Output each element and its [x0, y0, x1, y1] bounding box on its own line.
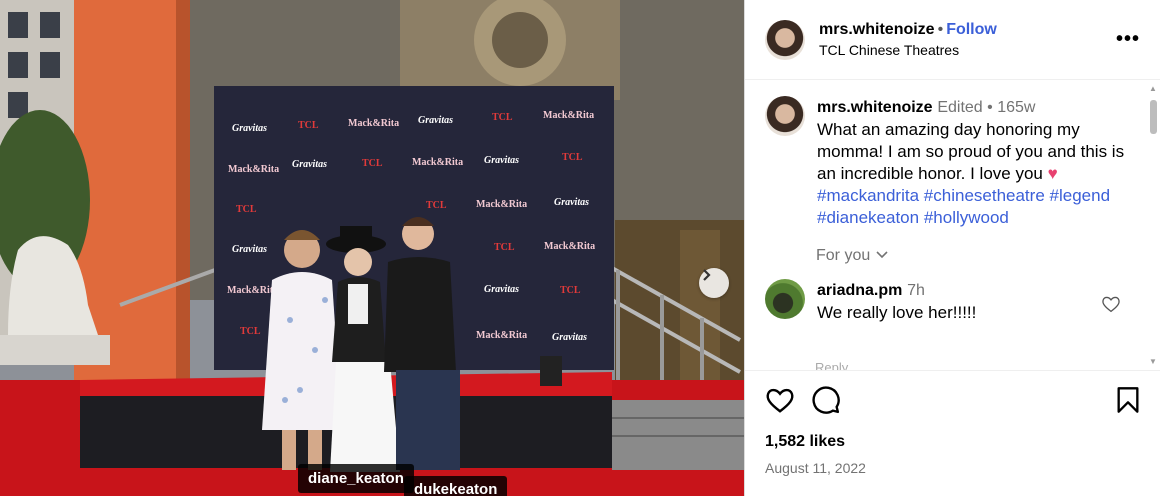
avatar[interactable]	[765, 279, 805, 319]
comment-bubble-icon	[812, 385, 840, 414]
hashtags: #mackandrita #chinesetheatre #legend #di…	[817, 185, 1137, 229]
for-you-dropdown[interactable]: For you	[816, 247, 1160, 265]
svg-text:Mack&Rita: Mack&Rita	[348, 118, 399, 129]
photo-illustration: Mack&Rita Mack&Rita Mack&Rita Mack&Rita Ma…	[0, 0, 744, 496]
chevron-down-icon	[876, 251, 888, 259]
edited-label: Edited	[937, 99, 983, 116]
like-button[interactable]	[765, 386, 795, 419]
svg-text:TCL: TCL	[426, 200, 447, 211]
comment: ariadna.pm 7h We really love her!!!!!	[745, 265, 1160, 324]
post-image: Mack&Rita Mack&Rita Mack&Rita Mack&Rita Ma…	[0, 0, 744, 496]
user-tag[interactable]: dukekeaton	[404, 476, 508, 496]
comment-button[interactable]	[811, 385, 841, 420]
chevron-right-icon	[703, 269, 711, 281]
svg-text:TCL: TCL	[494, 242, 515, 253]
svg-text:Mack&Rita: Mack&Rita	[412, 157, 463, 168]
separator-dot: •	[982, 99, 998, 116]
heart-icon	[766, 388, 794, 413]
svg-text:Mack&Rita: Mack&Rita	[476, 330, 527, 341]
svg-text:Mack&Rita: Mack&Rita	[227, 285, 278, 296]
post-header: mrs.whitenoize • Follow TCL Chinese Theatr…	[745, 0, 1160, 80]
comment-text: We really love her!!!!!	[817, 303, 977, 322]
post-panel: mrs.whitenoize • Follow TCL Chinese Theatr…	[744, 0, 1160, 496]
follow-button[interactable]: Follow	[946, 21, 997, 38]
svg-text:Gravitas: Gravitas	[292, 159, 327, 170]
svg-text:Gravitas: Gravitas	[484, 284, 519, 295]
svg-text:TCL: TCL	[298, 120, 319, 131]
hashtag-link[interactable]: #dianekeaton	[817, 208, 919, 227]
svg-text:TCL: TCL	[492, 112, 513, 123]
user-tag[interactable]: diane_keaton	[298, 464, 414, 493]
svg-text:TCL: TCL	[560, 285, 581, 296]
next-image-button[interactable]	[699, 268, 729, 298]
comment-age: 7h	[907, 282, 925, 299]
scrollbar-thumb[interactable]	[1150, 100, 1157, 134]
bookmark-icon	[1117, 386, 1139, 413]
heart-outline-icon	[1102, 296, 1120, 313]
avatar[interactable]	[765, 19, 805, 60]
scroll-down-arrow-icon[interactable]: ▼	[1149, 357, 1157, 366]
hashtag-link[interactable]: #chinesetheatre	[924, 186, 1045, 205]
svg-text:Gravitas: Gravitas	[484, 155, 519, 166]
reply-button[interactable]: Reply	[815, 360, 848, 370]
pink-heart-emoji-icon: ♥	[1047, 164, 1058, 183]
svg-text:Mack&Rita: Mack&Rita	[543, 110, 594, 121]
post-actions: 1,582 likes August 11, 2022	[745, 370, 1160, 476]
caption: mrs.whitenoize Edited • 165w What an ama…	[745, 80, 1160, 229]
svg-text:TCL: TCL	[562, 152, 583, 163]
hashtag-link[interactable]: #legend	[1050, 186, 1111, 205]
likes-count[interactable]: 1,582 likes	[765, 433, 1141, 451]
svg-text:Mack&Rita: Mack&Rita	[228, 164, 279, 175]
more-options-icon[interactable]: •••	[1116, 28, 1140, 51]
comment-username[interactable]: ariadna.pm	[817, 282, 902, 299]
caption-age: 165w	[997, 99, 1036, 116]
like-comment-button[interactable]	[1101, 295, 1121, 318]
scrollbar[interactable]: ▲ ▼	[1148, 84, 1158, 366]
hashtag-link[interactable]: #hollywood	[924, 208, 1009, 227]
svg-text:Mack&Rita: Mack&Rita	[476, 199, 527, 210]
svg-text:TCL: TCL	[362, 158, 383, 169]
location-link[interactable]: TCL Chinese Theatres	[819, 41, 997, 59]
svg-text:Gravitas: Gravitas	[554, 197, 589, 208]
scroll-up-arrow-icon[interactable]: ▲	[1149, 84, 1157, 93]
svg-text:Gravitas: Gravitas	[552, 332, 587, 343]
svg-text:TCL: TCL	[240, 326, 261, 337]
separator-dot: •	[937, 21, 944, 38]
svg-text:Gravitas: Gravitas	[232, 123, 267, 134]
author-username[interactable]: mrs.whitenoize	[819, 21, 935, 38]
svg-text:Gravitas: Gravitas	[418, 115, 453, 126]
caption-username[interactable]: mrs.whitenoize	[817, 99, 933, 116]
comments-scroll[interactable]: mrs.whitenoize Edited • 165w What an ama…	[745, 80, 1160, 370]
save-button[interactable]	[1115, 386, 1141, 419]
avatar[interactable]	[765, 96, 805, 136]
caption-text: What an amazing day honoring my momma! I…	[817, 120, 1125, 183]
svg-text:Mack&Rita: Mack&Rita	[544, 241, 595, 252]
svg-text:TCL: TCL	[236, 204, 257, 215]
for-you-label: For you	[816, 247, 871, 264]
svg-text:Gravitas: Gravitas	[232, 244, 267, 255]
post-date[interactable]: August 11, 2022	[765, 460, 1141, 476]
hashtag-link[interactable]: #mackandrita	[817, 186, 919, 205]
